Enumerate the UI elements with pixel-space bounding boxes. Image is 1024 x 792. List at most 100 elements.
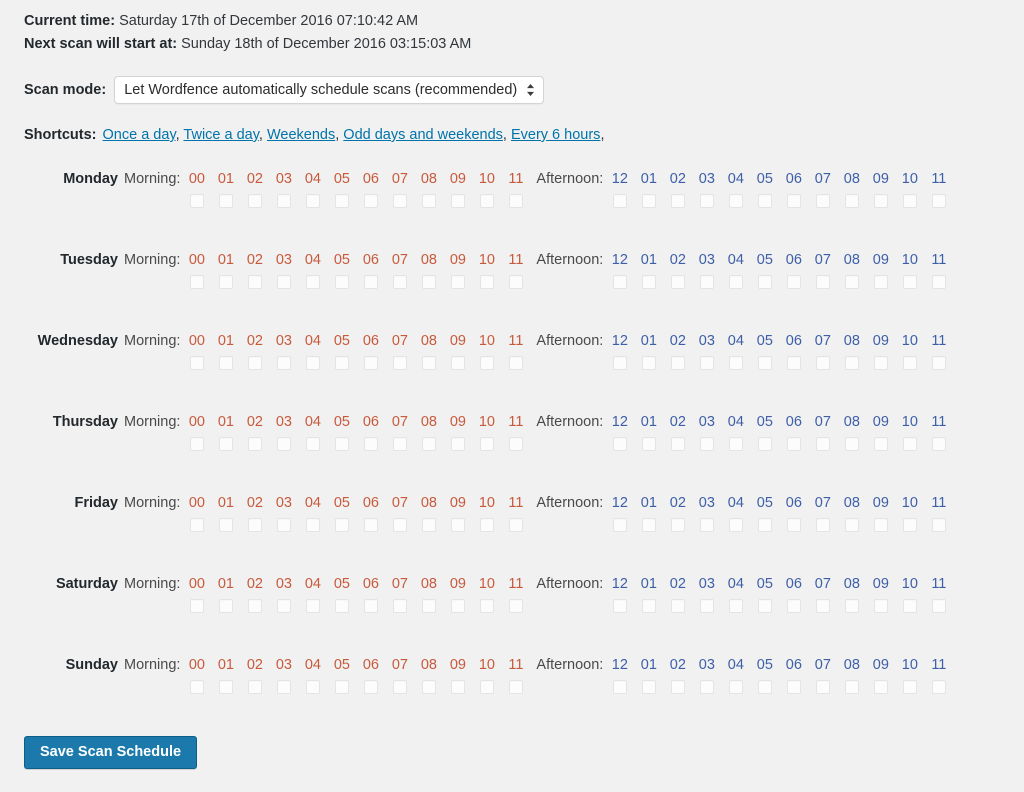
shortcut-link-weekends[interactable]: Weekends: [267, 127, 335, 143]
checkbox-tuesday-am-05[interactable]: [334, 275, 349, 289]
checkbox-friday-am-03[interactable]: [276, 518, 291, 532]
checkbox-saturday-am-10[interactable]: [479, 599, 494, 613]
checkbox-thursday-am-06[interactable]: [363, 437, 378, 451]
checkbox-saturday-am-01[interactable]: [218, 599, 233, 613]
checkbox-wednesday-am-00[interactable]: [189, 356, 204, 370]
checkbox-saturday-am-03[interactable]: [276, 599, 291, 613]
checkbox-thursday-pm-03[interactable]: [699, 437, 714, 451]
checkbox-sunday-pm-07[interactable]: [815, 680, 830, 694]
checkbox-monday-pm-04[interactable]: [728, 194, 743, 208]
checkbox-monday-am-10[interactable]: [479, 194, 494, 208]
checkbox-thursday-am-10[interactable]: [479, 437, 494, 451]
checkbox-saturday-pm-11[interactable]: [931, 599, 946, 613]
checkbox-sunday-am-11[interactable]: [508, 680, 523, 694]
checkbox-sunday-pm-05[interactable]: [757, 680, 772, 694]
checkbox-saturday-am-09[interactable]: [450, 599, 465, 613]
checkbox-thursday-am-09[interactable]: [450, 437, 465, 451]
checkbox-saturday-pm-01[interactable]: [641, 599, 656, 613]
checkbox-tuesday-am-02[interactable]: [247, 275, 262, 289]
checkbox-saturday-pm-05[interactable]: [757, 599, 772, 613]
checkbox-sunday-am-02[interactable]: [247, 680, 262, 694]
checkbox-tuesday-am-07[interactable]: [392, 275, 407, 289]
checkbox-friday-pm-11[interactable]: [931, 518, 946, 532]
checkbox-wednesday-pm-07[interactable]: [815, 356, 830, 370]
checkbox-saturday-pm-09[interactable]: [873, 599, 888, 613]
checkbox-thursday-pm-07[interactable]: [815, 437, 830, 451]
checkbox-wednesday-pm-04[interactable]: [728, 356, 743, 370]
checkbox-sunday-am-01[interactable]: [218, 680, 233, 694]
checkbox-friday-am-00[interactable]: [189, 518, 204, 532]
checkbox-tuesday-pm-06[interactable]: [786, 275, 801, 289]
checkbox-monday-am-06[interactable]: [363, 194, 378, 208]
checkbox-thursday-am-03[interactable]: [276, 437, 291, 451]
shortcut-link-twice-a-day[interactable]: Twice a day: [183, 127, 259, 143]
checkbox-saturday-am-11[interactable]: [508, 599, 523, 613]
checkbox-sunday-pm-08[interactable]: [844, 680, 859, 694]
checkbox-wednesday-pm-11[interactable]: [931, 356, 946, 370]
checkbox-thursday-pm-06[interactable]: [786, 437, 801, 451]
checkbox-monday-am-01[interactable]: [218, 194, 233, 208]
checkbox-friday-am-07[interactable]: [392, 518, 407, 532]
checkbox-monday-am-09[interactable]: [450, 194, 465, 208]
checkbox-thursday-pm-05[interactable]: [757, 437, 772, 451]
checkbox-sunday-am-05[interactable]: [334, 680, 349, 694]
checkbox-tuesday-am-08[interactable]: [421, 275, 436, 289]
checkbox-wednesday-am-02[interactable]: [247, 356, 262, 370]
checkbox-tuesday-am-09[interactable]: [450, 275, 465, 289]
checkbox-wednesday-am-10[interactable]: [479, 356, 494, 370]
checkbox-friday-am-08[interactable]: [421, 518, 436, 532]
checkbox-friday-am-09[interactable]: [450, 518, 465, 532]
checkbox-tuesday-am-11[interactable]: [508, 275, 523, 289]
checkbox-monday-pm-01[interactable]: [641, 194, 656, 208]
checkbox-wednesday-am-06[interactable]: [363, 356, 378, 370]
checkbox-monday-pm-05[interactable]: [757, 194, 772, 208]
checkbox-wednesday-am-01[interactable]: [218, 356, 233, 370]
checkbox-saturday-pm-10[interactable]: [902, 599, 917, 613]
checkbox-friday-pm-07[interactable]: [815, 518, 830, 532]
checkbox-wednesday-pm-01[interactable]: [641, 356, 656, 370]
checkbox-thursday-pm-02[interactable]: [670, 437, 685, 451]
checkbox-wednesday-am-09[interactable]: [450, 356, 465, 370]
checkbox-thursday-am-05[interactable]: [334, 437, 349, 451]
checkbox-thursday-am-04[interactable]: [305, 437, 320, 451]
checkbox-tuesday-pm-07[interactable]: [815, 275, 830, 289]
checkbox-monday-am-00[interactable]: [189, 194, 204, 208]
checkbox-tuesday-am-00[interactable]: [189, 275, 204, 289]
checkbox-friday-am-10[interactable]: [479, 518, 494, 532]
checkbox-monday-pm-10[interactable]: [902, 194, 917, 208]
checkbox-thursday-pm-08[interactable]: [844, 437, 859, 451]
checkbox-wednesday-pm-12[interactable]: [612, 356, 627, 370]
checkbox-sunday-pm-02[interactable]: [670, 680, 685, 694]
checkbox-saturday-am-07[interactable]: [392, 599, 407, 613]
checkbox-sunday-am-07[interactable]: [392, 680, 407, 694]
checkbox-saturday-pm-12[interactable]: [612, 599, 627, 613]
checkbox-tuesday-am-04[interactable]: [305, 275, 320, 289]
checkbox-wednesday-am-11[interactable]: [508, 356, 523, 370]
checkbox-saturday-pm-07[interactable]: [815, 599, 830, 613]
checkbox-sunday-pm-10[interactable]: [902, 680, 917, 694]
checkbox-wednesday-am-04[interactable]: [305, 356, 320, 370]
checkbox-friday-am-04[interactable]: [305, 518, 320, 532]
checkbox-sunday-pm-09[interactable]: [873, 680, 888, 694]
checkbox-friday-pm-03[interactable]: [699, 518, 714, 532]
shortcut-link-once-a-day[interactable]: Once a day: [103, 127, 176, 143]
checkbox-saturday-am-05[interactable]: [334, 599, 349, 613]
checkbox-sunday-pm-01[interactable]: [641, 680, 656, 694]
checkbox-sunday-pm-12[interactable]: [612, 680, 627, 694]
checkbox-tuesday-pm-04[interactable]: [728, 275, 743, 289]
checkbox-monday-am-03[interactable]: [276, 194, 291, 208]
checkbox-monday-pm-06[interactable]: [786, 194, 801, 208]
checkbox-wednesday-pm-02[interactable]: [670, 356, 685, 370]
checkbox-wednesday-pm-06[interactable]: [786, 356, 801, 370]
checkbox-friday-pm-01[interactable]: [641, 518, 656, 532]
checkbox-saturday-am-00[interactable]: [189, 599, 204, 613]
checkbox-thursday-am-07[interactable]: [392, 437, 407, 451]
checkbox-thursday-pm-01[interactable]: [641, 437, 656, 451]
checkbox-friday-pm-12[interactable]: [612, 518, 627, 532]
checkbox-thursday-am-01[interactable]: [218, 437, 233, 451]
checkbox-saturday-pm-02[interactable]: [670, 599, 685, 613]
checkbox-monday-pm-08[interactable]: [844, 194, 859, 208]
checkbox-saturday-pm-08[interactable]: [844, 599, 859, 613]
checkbox-monday-am-02[interactable]: [247, 194, 262, 208]
checkbox-sunday-am-09[interactable]: [450, 680, 465, 694]
